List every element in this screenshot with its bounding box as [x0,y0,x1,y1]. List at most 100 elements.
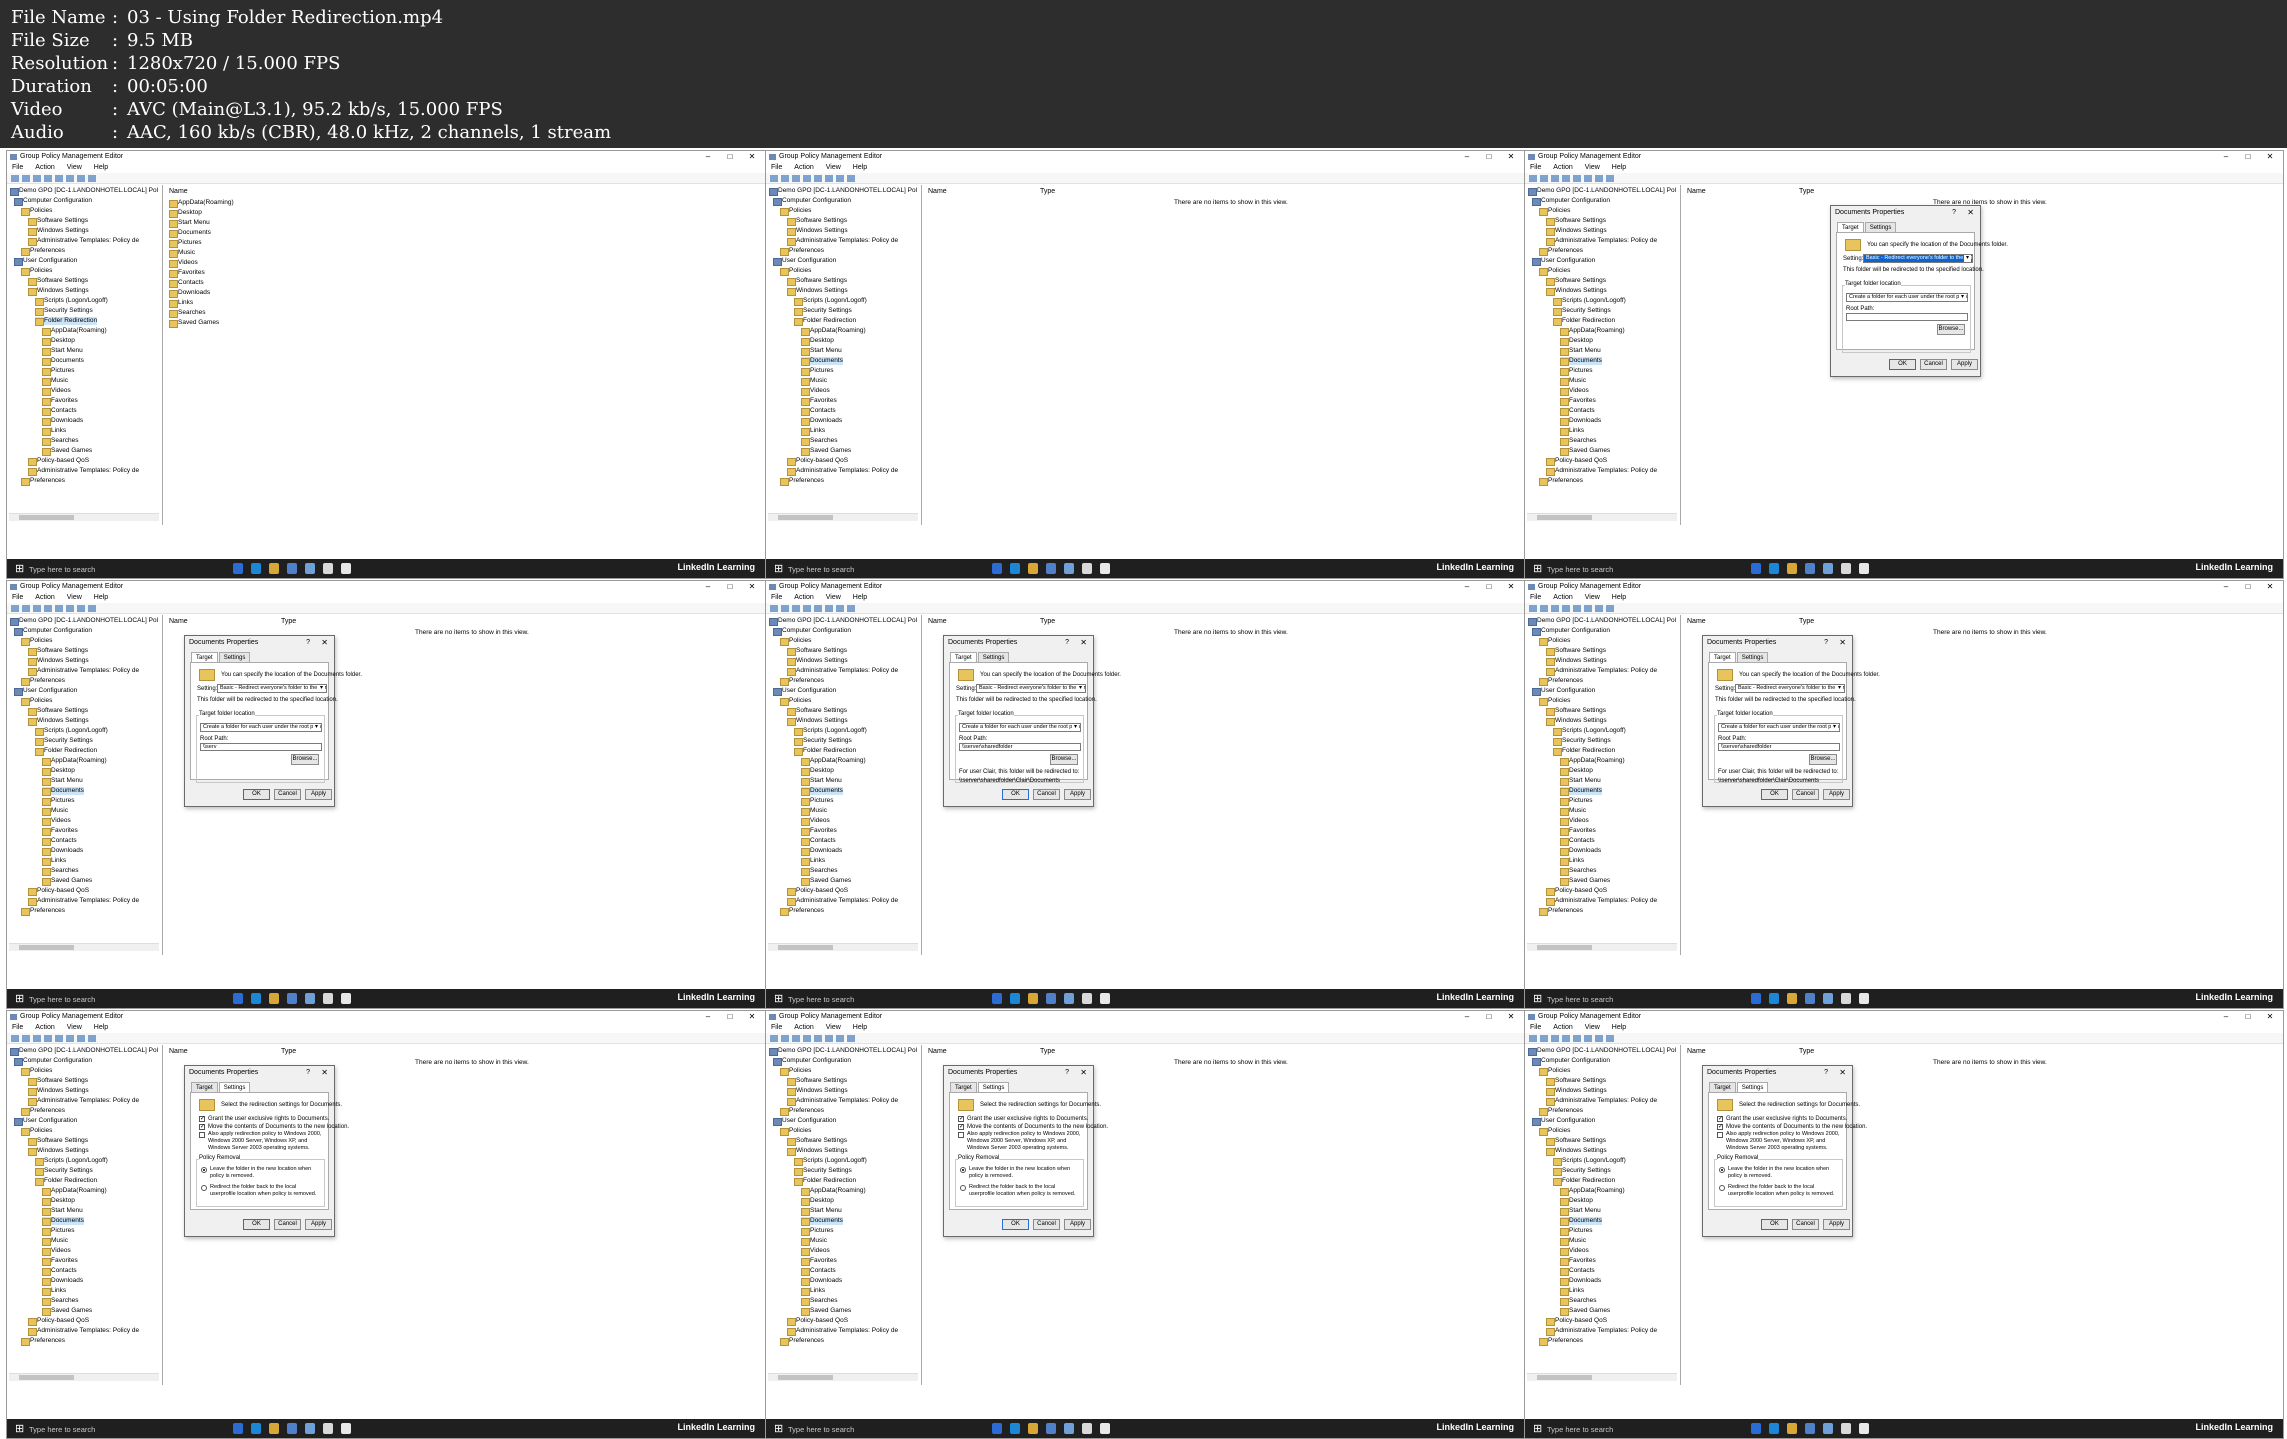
tree-node[interactable]: Policies [21,207,52,216]
taskbar-app-icon[interactable] [323,1423,333,1434]
tree-node[interactable]: Searches [1560,867,1596,876]
maximize-button[interactable]: □ [2237,1011,2259,1022]
toolbar-icon[interactable] [781,174,789,182]
tree-node[interactable]: Favorites [1560,397,1596,406]
tree-node[interactable]: Favorites [1560,827,1596,836]
tree-node[interactable]: Software Settings [28,707,88,716]
toolbar-icon[interactable] [792,1034,800,1042]
maximize-button[interactable]: □ [2237,151,2259,162]
menu-file[interactable]: File [12,594,23,601]
toolbar-icon[interactable] [836,604,844,612]
column-type[interactable]: Type [281,617,296,626]
start-icon[interactable]: ⊞ [15,1424,24,1435]
folder-item[interactable]: AppData(Roaming) [169,199,234,208]
toolbar-icon[interactable] [66,1034,74,1042]
menu-view[interactable]: View [67,164,82,171]
tree-node[interactable]: Downloads [801,847,842,856]
cancel-button[interactable]: Cancel [274,789,301,800]
toolbar-icon[interactable] [11,174,19,182]
taskbar-app-icon[interactable] [992,993,1002,1004]
toolbar-icon[interactable] [1595,174,1603,182]
tree-node[interactable]: Computer Configuration [1532,1057,1610,1066]
tree-node[interactable]: Demo GPO [DC-1.LANDONHOTEL.LOCAL] Pol [769,1047,917,1056]
tree-node[interactable]: Preferences [1539,1337,1583,1346]
start-icon[interactable]: ⊞ [774,994,783,1005]
taskbar-app-icon[interactable] [1841,563,1851,574]
horizontal-scrollbar[interactable] [9,513,159,521]
taskbar-app-icon[interactable] [1046,1423,1056,1434]
tree-node[interactable]: Documents [1560,357,1602,366]
start-icon[interactable]: ⊞ [1533,564,1542,575]
tree-pane[interactable]: Demo GPO [DC-1.LANDONHOTEL.LOCAL] Pol Com… [8,185,163,525]
tree-node[interactable]: Links [801,857,825,866]
tree-node[interactable]: Administrative Templates: Policy de [1546,1327,1657,1336]
tree-node[interactable]: Windows Settings [787,657,848,666]
tree-node[interactable]: Policies [1539,1067,1570,1076]
tree-node[interactable]: Favorites [42,827,78,836]
taskbar-app-icon[interactable] [287,1423,297,1434]
toolbar-icon[interactable] [88,604,96,612]
taskbar-app-icon[interactable] [233,563,243,574]
column-type[interactable]: Type [1040,1047,1055,1056]
leave-folder-radio[interactable] [201,1167,207,1173]
tree-node[interactable]: Downloads [1560,417,1601,426]
tree-node[interactable]: Preferences [1539,477,1583,486]
menu-view[interactable]: View [826,164,841,171]
tree-node[interactable]: Folder Redirection [794,1177,856,1186]
menu-help[interactable]: Help [853,1024,867,1031]
tree-node[interactable]: Windows Settings [28,287,89,296]
tree-node[interactable]: Policies [1539,637,1570,646]
menu-file[interactable]: File [771,1024,782,1031]
tree-node[interactable]: Windows Settings [1546,717,1607,726]
minimize-button[interactable]: – [1456,151,1478,162]
tree-node[interactable]: Windows Settings [1546,1087,1607,1096]
close-button[interactable]: ✕ [1500,581,1522,592]
tree-node[interactable]: Contacts [801,837,836,846]
move-contents-checkbox[interactable]: ✓ [199,1124,205,1130]
horizontal-scrollbar[interactable] [768,513,918,521]
toolbar-icon[interactable] [1551,1034,1559,1042]
tree-node[interactable]: Windows Settings [787,717,848,726]
close-button[interactable]: ✕ [741,151,763,162]
tree-node[interactable]: Preferences [1539,677,1583,686]
target-location-dropdown[interactable]: Create a folder for each user under the … [1846,293,1968,302]
tree-node[interactable]: Demo GPO [DC-1.LANDONHOTEL.LOCAL] Pol [769,617,917,626]
tree-node[interactable]: User Configuration [1532,687,1595,696]
tree-node[interactable]: Scripts (Logon/Logoff) [1553,727,1626,736]
close-button[interactable]: ✕ [741,581,763,592]
tree-node[interactable]: Security Settings [1553,1167,1611,1176]
tree-node[interactable]: Videos [801,817,830,826]
menu-view[interactable]: View [1585,164,1600,171]
target-location-dropdown[interactable]: Create a folder for each user under the … [959,723,1081,732]
toolbar-icon[interactable] [847,1034,855,1042]
tree-node[interactable]: Documents [801,1217,843,1226]
tree-node[interactable]: Videos [1560,1247,1589,1256]
taskbar-search[interactable]: Type here to search [1547,994,1613,1005]
tree-node[interactable]: AppData(Roaming) [42,327,107,336]
tree-node[interactable]: AppData(Roaming) [1560,757,1625,766]
taskbar-app-icon[interactable] [1859,1423,1869,1434]
tree-node[interactable]: Documents [42,1217,84,1226]
toolbar-icon[interactable] [22,174,30,182]
tree-node[interactable]: Searches [801,437,837,446]
menu-file[interactable]: File [12,1024,23,1031]
taskbar-app-icon[interactable] [323,563,333,574]
grant-exclusive-checkbox[interactable]: ✓ [958,1116,964,1122]
tree-node[interactable]: Software Settings [1546,1137,1606,1146]
tree-node[interactable]: Windows Settings [28,1147,89,1156]
taskbar-search[interactable]: Type here to search [29,994,95,1005]
maximize-button[interactable]: □ [1478,581,1500,592]
menu-file[interactable]: File [1530,164,1541,171]
taskbar-app-icon[interactable] [251,1423,261,1434]
tree-node[interactable]: AppData(Roaming) [801,757,866,766]
tree-node[interactable]: Policies [780,637,811,646]
tree-node[interactable]: Pictures [1560,367,1592,376]
tree-node[interactable]: Preferences [21,1337,65,1346]
tree-node[interactable]: Links [801,427,825,436]
menu-action[interactable]: Action [35,594,54,601]
column-type[interactable]: Type [1040,187,1055,196]
cancel-button[interactable]: Cancel [1792,1219,1819,1230]
folder-item[interactable]: Searches [169,309,205,318]
column-name[interactable]: Name [169,1047,188,1056]
tree-node[interactable]: User Configuration [1532,1117,1595,1126]
